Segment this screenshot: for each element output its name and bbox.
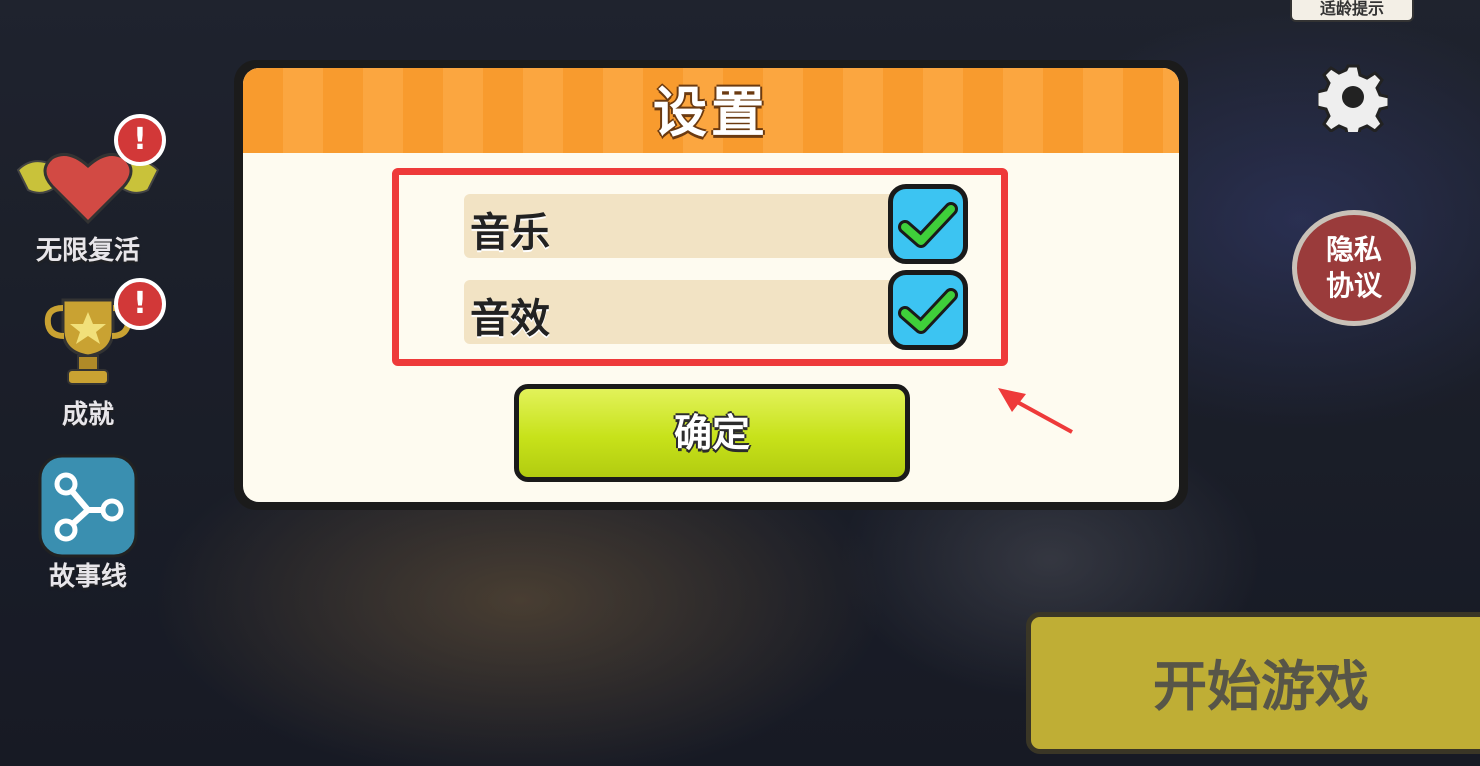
- music-option-label: 音乐: [470, 210, 550, 256]
- achievements-label: 成就: [61, 400, 114, 430]
- side-item-storyline[interactable]: 故事线: [8, 454, 168, 594]
- confirm-button[interactable]: 确定: [514, 384, 910, 482]
- music-option-row: 音乐: [464, 194, 904, 258]
- music-checkbox[interactable]: [888, 184, 968, 264]
- revive-alert-badge: !: [114, 114, 166, 166]
- side-item-achievements[interactable]: ! 成就: [8, 278, 168, 430]
- revive-label: 无限复活: [35, 236, 140, 266]
- achievements-alert-badge: !: [114, 278, 166, 330]
- age-hint-button[interactable]: 适龄提示: [1290, 0, 1414, 22]
- storyline-label: 故事线: [48, 562, 127, 592]
- side-item-revive[interactable]: ! 无限复活: [8, 114, 168, 270]
- checkmark-icon: [898, 288, 958, 334]
- start-game-button[interactable]: 开始游戏: [1026, 612, 1480, 754]
- storyline-icon: [38, 454, 138, 558]
- sound-effects-checkbox[interactable]: [888, 270, 968, 350]
- sound-effects-option-label: 音效: [470, 296, 550, 342]
- pointer-arrow-icon: [998, 388, 1073, 434]
- settings-dialog-title: 设置: [243, 68, 1179, 153]
- checkmark-icon: [898, 202, 958, 248]
- gear-icon[interactable]: [1318, 62, 1388, 132]
- sound-effects-option-row: 音效: [464, 280, 904, 344]
- privacy-policy-button[interactable]: 隐私 协议: [1292, 210, 1416, 326]
